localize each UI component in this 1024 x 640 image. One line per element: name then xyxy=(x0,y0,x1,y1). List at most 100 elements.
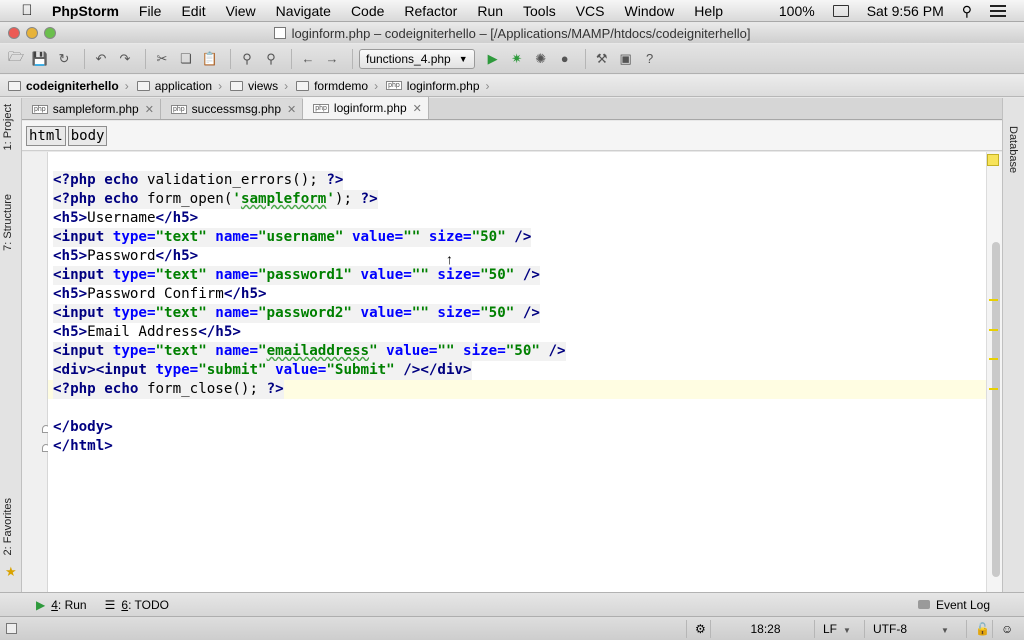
window-title: loginform.php – codeigniterhello – [/App… xyxy=(291,25,751,41)
run-tool-button[interactable]: ▶ 4: Run xyxy=(36,598,87,612)
code-editor[interactable]: <?php echo validation_errors(); ?> <?php… xyxy=(48,152,986,592)
run-tool-label: : Run xyxy=(57,597,87,612)
forward-icon[interactable]: → xyxy=(322,49,342,69)
close-tab-icon[interactable]: ✕ xyxy=(287,103,296,116)
menu-window[interactable]: Window xyxy=(625,3,675,19)
breadcrumb-formdemo[interactable]: formdemo › xyxy=(296,79,378,93)
settings-icon[interactable]: ⚒ xyxy=(592,49,612,69)
replace-icon[interactable]: ⚲ xyxy=(261,49,281,69)
save-all-icon[interactable]: 💾 xyxy=(30,49,50,69)
zoom-window-button[interactable] xyxy=(44,27,56,39)
undo-icon[interactable]: ↶ xyxy=(91,49,111,69)
tool-window-favorites[interactable]: 2: Favorites xyxy=(2,498,14,555)
code-line: <h5>Password Confirm</h5> xyxy=(53,286,267,302)
stop-icon[interactable]: ● xyxy=(555,49,575,69)
code-line: <input type="text" name="password1" valu… xyxy=(53,266,540,285)
toolbar-divider xyxy=(352,48,353,69)
code-line: </html> xyxy=(53,438,113,454)
app-menu[interactable]: PhpStorm xyxy=(52,3,119,19)
hector-icon[interactable]: ☺ xyxy=(992,620,1013,638)
tag-crumb-body[interactable]: body xyxy=(67,125,108,146)
help-icon[interactable]: ? xyxy=(640,49,660,69)
synchronize-icon[interactable]: ↻ xyxy=(54,49,74,69)
cut-icon[interactable]: ✂ xyxy=(152,49,172,69)
inspection-status-icon[interactable] xyxy=(987,154,999,166)
breadcrumb-label: views xyxy=(248,78,279,93)
warning-marker[interactable] xyxy=(989,299,998,301)
lock-icon[interactable]: 🔓 xyxy=(966,620,990,638)
line-separator-select[interactable]: LF ▼ xyxy=(814,620,864,638)
tab-loginform[interactable]: php loginform.php ✕ xyxy=(303,97,429,119)
todo-icon: ☰ xyxy=(104,597,116,612)
debug-icon[interactable]: ✷ xyxy=(507,49,527,69)
menu-code[interactable]: Code xyxy=(351,3,384,19)
encoding-label: UTF-8 xyxy=(873,622,907,636)
breadcrumb-views[interactable]: views › xyxy=(230,79,288,93)
warning-marker[interactable] xyxy=(989,329,998,331)
breadcrumb-file[interactable]: php loginform.php › xyxy=(386,79,490,93)
redo-icon[interactable]: ↷ xyxy=(115,49,135,69)
notification-center-icon[interactable] xyxy=(990,5,1006,17)
menu-navigate[interactable]: Navigate xyxy=(276,3,331,19)
star-icon[interactable]: ★ xyxy=(5,564,17,580)
tab-label: successmsg.php xyxy=(191,102,282,116)
error-stripe[interactable] xyxy=(986,152,1002,592)
tab-sampleform[interactable]: php sampleform.php ✕ xyxy=(22,99,161,119)
back-icon[interactable]: ← xyxy=(298,49,318,69)
apple-icon[interactable]:  xyxy=(16,2,38,19)
toolbar-divider xyxy=(84,48,85,69)
menu-tools[interactable]: Tools xyxy=(523,3,556,19)
breadcrumb-project[interactable]: codeigniterhello › xyxy=(8,79,129,93)
todo-tool-button[interactable]: ☰ 6: TODO xyxy=(105,598,169,612)
menu-run[interactable]: Run xyxy=(477,3,503,19)
tag-crumb-html[interactable]: html xyxy=(26,125,66,146)
navigation-bar: codeigniterhello › application › views ›… xyxy=(0,75,1024,97)
run-tool-number: 4 xyxy=(51,597,58,612)
run-icon[interactable]: ▶ xyxy=(483,49,503,69)
project-structure-icon[interactable]: ▣ xyxy=(616,49,636,69)
close-window-button[interactable] xyxy=(8,27,20,39)
code-line: <div><input type="submit" value="Submit"… xyxy=(53,361,472,380)
clock[interactable]: Sat 9:56 PM xyxy=(867,3,944,19)
battery-status[interactable]: 100% xyxy=(779,3,815,19)
menu-view[interactable]: View xyxy=(226,3,256,19)
tool-window-database[interactable]: Database xyxy=(1007,126,1019,173)
spotlight-search-icon[interactable]: ⚲ xyxy=(962,3,972,20)
window-title-bar: loginform.php – codeigniterhello – [/App… xyxy=(0,23,1024,43)
listen-debug-icon[interactable]: ✺ xyxy=(531,49,551,69)
open-folder-icon[interactable]: 🗁 xyxy=(6,49,26,69)
event-log-button[interactable]: Event Log xyxy=(917,598,990,612)
close-tab-icon[interactable]: ✕ xyxy=(145,103,154,116)
tab-successmsg[interactable]: php successmsg.php ✕ xyxy=(160,99,304,119)
toolbar-divider xyxy=(584,48,586,69)
caret-position[interactable]: 18:28 xyxy=(710,620,812,638)
warning-marker[interactable] xyxy=(989,358,998,360)
copy-icon[interactable]: ❏ xyxy=(176,49,196,69)
find-icon[interactable]: ⚲ xyxy=(237,49,257,69)
menu-extras: 100% Sat 9:56 PM ⚲ xyxy=(779,0,1024,22)
vertical-scrollbar[interactable] xyxy=(992,242,1000,577)
paste-icon[interactable]: 📋 xyxy=(200,49,220,69)
code-line: <h5>Username</h5> xyxy=(53,210,199,226)
editor-gutter[interactable] xyxy=(22,152,50,592)
breadcrumb-label: application xyxy=(154,78,213,93)
menu-file[interactable]: File xyxy=(139,3,162,19)
tool-windows-toggle-icon[interactable] xyxy=(6,623,17,634)
encoding-select[interactable]: UTF-8 ▼ xyxy=(864,620,964,638)
code-line: </body> xyxy=(53,419,113,435)
tool-window-project[interactable]: 1: Project xyxy=(2,104,14,150)
warning-marker[interactable] xyxy=(989,388,998,390)
menu-help[interactable]: Help xyxy=(694,3,723,19)
menu-refactor[interactable]: Refactor xyxy=(404,3,457,19)
menu-edit[interactable]: Edit xyxy=(181,3,205,19)
document-proxy-icon[interactable] xyxy=(273,27,286,39)
minimize-window-button[interactable] xyxy=(26,27,38,39)
close-tab-icon[interactable]: ✕ xyxy=(413,102,422,115)
menu-vcs[interactable]: VCS xyxy=(576,3,605,19)
breadcrumb-application[interactable]: application › xyxy=(136,78,222,93)
tool-window-structure[interactable]: 7: Structure xyxy=(2,194,14,251)
php-file-icon: php xyxy=(386,81,402,90)
run-configuration-select[interactable]: functions_4.php ▼ xyxy=(359,48,475,69)
background-tasks-icon[interactable]: ⚙ xyxy=(686,620,706,638)
battery-icon[interactable] xyxy=(832,5,849,17)
